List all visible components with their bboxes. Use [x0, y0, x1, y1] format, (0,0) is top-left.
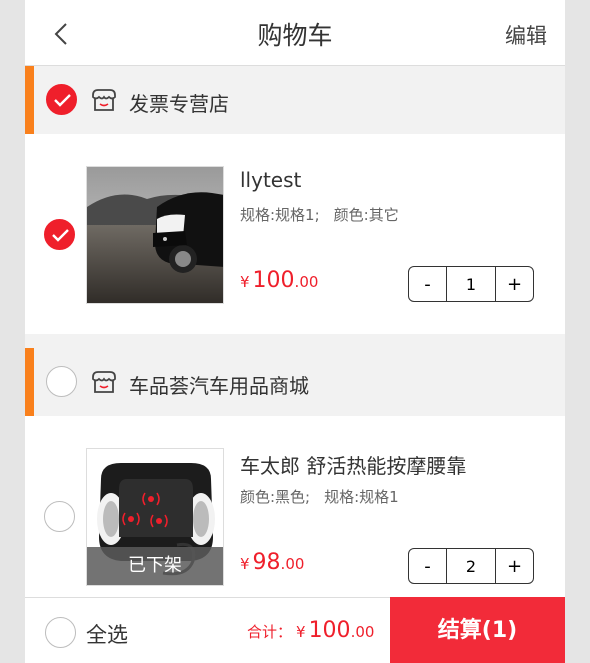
quantity-input[interactable]: 1 [446, 267, 496, 301]
select-all-checkbox[interactable] [45, 617, 76, 648]
product-image-car[interactable] [86, 166, 224, 304]
currency-symbol: ¥ [240, 555, 250, 573]
product-name[interactable]: llytest [240, 168, 301, 192]
product-spec: 颜色:黑色; 规格:规格1 [240, 486, 413, 507]
price-integer: 100 [252, 268, 295, 293]
product-name[interactable]: 车太郎 舒活热能按摩腰靠 [240, 450, 466, 479]
total-integer: 100 [308, 618, 351, 643]
shop-header: 车品荟汽车用品商城 [25, 348, 565, 416]
shop-name[interactable]: 发票专营店 [129, 88, 229, 117]
select-all-label[interactable]: 全选 [86, 619, 128, 649]
shop-name[interactable]: 车品荟汽车用品商城 [129, 370, 309, 399]
spec-color: 颜色:黑色; [240, 488, 311, 506]
total-label: 合计： [247, 623, 293, 641]
product-image-cushion[interactable]: 已下架 [86, 448, 224, 586]
nav-header: 购物车 编辑 [25, 0, 565, 66]
item-select-checkbox[interactable] [44, 219, 75, 250]
quantity-input[interactable]: 2 [446, 549, 496, 583]
quantity-stepper: - 1 + [408, 266, 534, 302]
product-price: ¥98.00 [240, 550, 304, 575]
decrease-button[interactable]: - [409, 549, 446, 583]
price-decimal: .00 [280, 555, 305, 573]
edit-button[interactable]: 编辑 [505, 20, 547, 50]
checkmark-icon [52, 229, 69, 242]
total-price: 合计： ¥100.00 [247, 618, 374, 643]
spec-color: 颜色:其它 [333, 206, 399, 224]
shop-select-checkbox[interactable] [46, 84, 77, 115]
item-select-checkbox[interactable] [44, 501, 75, 532]
store-icon [92, 371, 116, 393]
off-shelf-badge: 已下架 [87, 547, 223, 585]
cart-item: llytest 规格:规格1; 颜色:其它 ¥100.00 - 1 + [25, 134, 565, 334]
page-title: 购物车 [257, 21, 333, 50]
shop-accent-bar [25, 66, 34, 134]
shop-accent-bar [25, 348, 34, 416]
spec-size: 规格:规格1; [240, 206, 320, 224]
total-decimal: .00 [350, 623, 375, 641]
checkmark-icon [54, 94, 71, 107]
product-price: ¥100.00 [240, 268, 318, 293]
spec-size: 规格:规格1 [324, 488, 399, 506]
cart-page: 购物车 编辑 发票专营店 llytest 规格:规格1; 颜色:其它 ¥ 100… [25, 0, 565, 663]
cart-item: 已下架 车太郎 舒活热能按摩腰靠 颜色:黑色; 规格:规格1 ¥98.00 - 2… [25, 416, 565, 616]
price-decimal: .00 [294, 273, 319, 291]
cart-footer: 全选 合计： ¥100.00 结算(1) [25, 597, 565, 663]
decrease-button[interactable]: - [409, 267, 446, 301]
currency-symbol: ¥ [296, 623, 306, 641]
increase-button[interactable]: + [496, 549, 533, 583]
shop-header: 发票专营店 [25, 66, 565, 134]
quantity-stepper: - 2 + [408, 548, 534, 584]
currency-symbol: ¥ [240, 273, 250, 291]
increase-button[interactable]: + [496, 267, 533, 301]
checkout-button[interactable]: 结算(1) [390, 597, 565, 663]
product-spec: 规格:规格1; 颜色:其它 [240, 204, 413, 225]
store-icon [92, 89, 116, 111]
shop-select-checkbox[interactable] [46, 366, 77, 397]
price-integer: 98 [252, 550, 281, 575]
